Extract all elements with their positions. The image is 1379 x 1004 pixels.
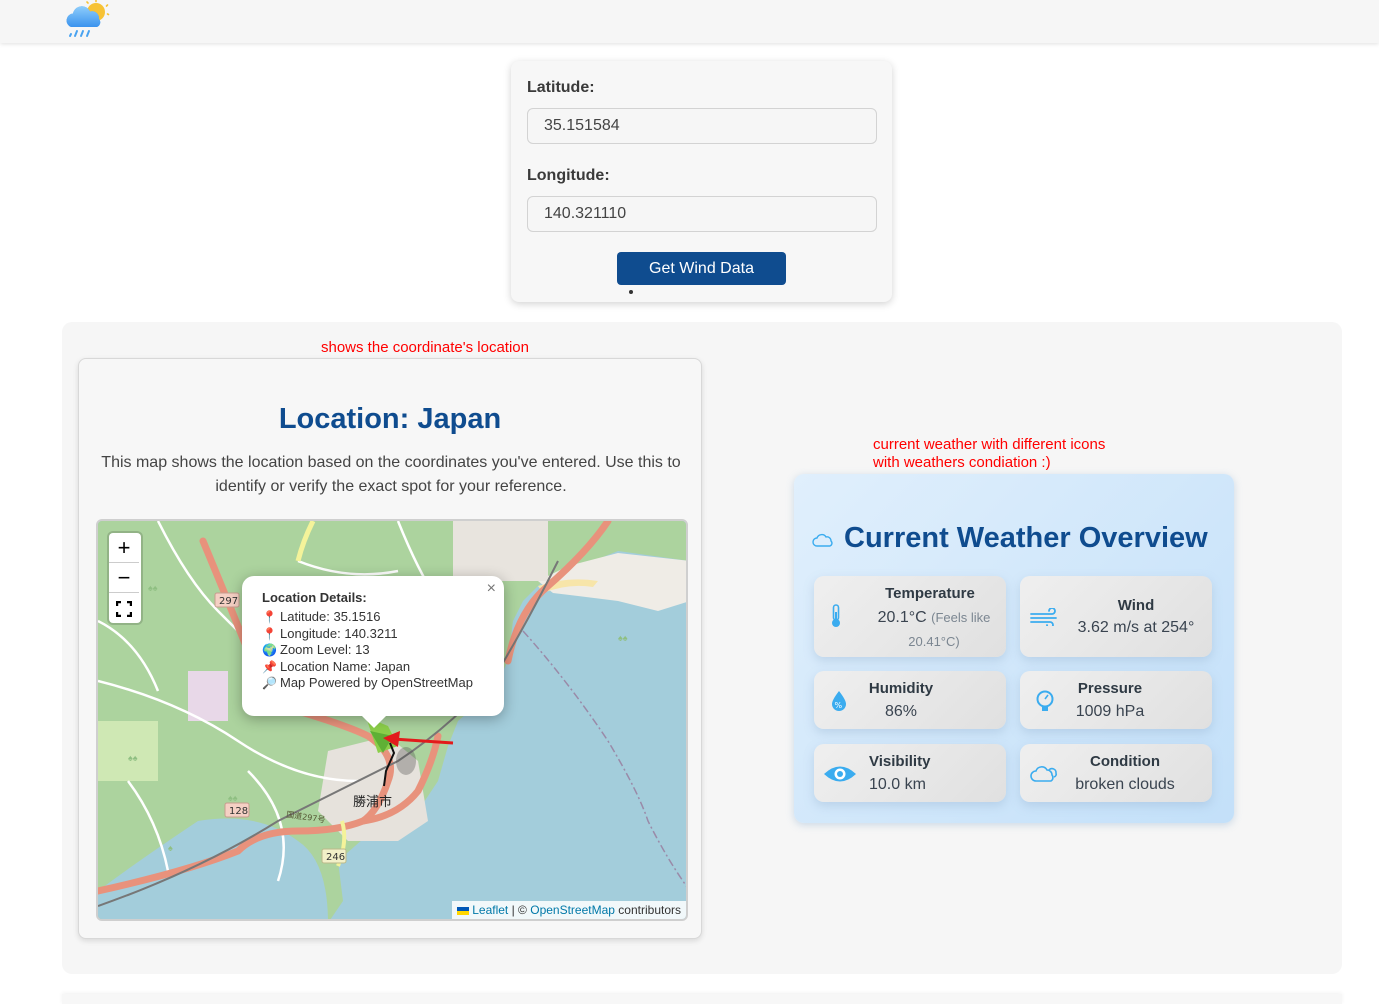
popup-row-longitude: 📍 Longitude: 140.3211 — [262, 626, 504, 643]
location-description: This map shows the location based on the… — [101, 454, 681, 495]
humidity-drop-icon: % — [830, 690, 848, 717]
get-wind-data-button[interactable]: Get Wind Data — [617, 252, 786, 285]
globe-icon: 🌍 — [262, 643, 277, 657]
pressure-value: 1009 hPa — [1075, 703, 1145, 720]
pressure-label: Pressure — [1077, 680, 1143, 697]
popup-row-powered-by: 🔎 Map Powered by OpenStreetMap — [262, 675, 504, 692]
temperature-label: Temperature — [885, 585, 975, 602]
pressure-tile: Pressure 1009 hPa — [1020, 671, 1212, 729]
temperature-value: 20.1°C (Feels like 20.41°C) — [864, 606, 1004, 654]
zoom-control: + − — [109, 533, 141, 623]
thermometer-icon — [830, 604, 842, 633]
popup-longitude-text: Longitude: 140.3211 — [280, 625, 398, 641]
location-map-card: Location: Japan This map shows the locat… — [78, 358, 702, 939]
svg-text:♠♠: ♠♠ — [618, 633, 628, 643]
leaflet-map[interactable]: ♠♠♠♠♠♠ ♠♠♠♠♠ 297 128 246 勝浦市 国道297号 — [96, 519, 688, 921]
temperature-reading: 20.1°C — [877, 609, 927, 626]
map-attribution: Leaflet | © OpenStreetMap contributors — [452, 901, 686, 919]
fullscreen-icon — [115, 600, 133, 618]
mouse-cursor — [629, 290, 633, 294]
popup-row-latitude: 📍 Latitude: 35.1516 — [262, 609, 504, 626]
svg-text:♠♠: ♠♠ — [228, 793, 238, 803]
weather-annotation-line1: current weather with different icons — [873, 436, 1106, 453]
wind-tile: Wind 3.62 m/s at 254° — [1020, 576, 1212, 657]
top-navbar — [0, 0, 1379, 43]
condition-value: broken clouds — [1075, 776, 1175, 793]
openstreetmap-link[interactable]: OpenStreetMap — [530, 903, 615, 917]
weather-title: Current Weather Overview — [812, 522, 1208, 556]
svg-text:♠♠: ♠♠ — [128, 753, 138, 763]
latitude-label: Latitude: — [527, 79, 595, 96]
pressure-gauge-icon — [1036, 690, 1054, 717]
wind-icon — [1030, 607, 1060, 631]
pushpin-icon: 📌 — [262, 659, 277, 674]
wind-value: 3.62 m/s at 254° — [1077, 619, 1195, 636]
zoom-out-button[interactable]: − — [109, 563, 139, 593]
humidity-label: Humidity — [868, 680, 934, 697]
visibility-tile: Visibility 10.0 km — [814, 744, 1006, 802]
cloud-icon — [812, 523, 834, 556]
popup-close-button[interactable]: × — [487, 580, 496, 598]
weather-annotation-line2: with weathers condiation :) — [873, 454, 1051, 471]
visibility-label: Visibility — [869, 753, 931, 770]
svg-text:246: 246 — [326, 852, 345, 863]
visibility-value: 10.0 km — [869, 776, 926, 793]
popup-tip — [360, 714, 388, 728]
popup-powered-by-text: Map Powered by OpenStreetMap — [280, 675, 473, 690]
svg-text:♠♠: ♠♠ — [148, 583, 158, 593]
pin-icon: 📍 — [262, 626, 277, 641]
popup-zoom-text: Zoom Level: 13 — [280, 642, 370, 657]
attribution-separator: | © — [511, 903, 527, 917]
svg-text:勝浦市: 勝浦市 — [353, 794, 392, 810]
popup-title: Location Details: — [262, 590, 367, 605]
location-title: Location: Japan — [278, 403, 502, 435]
svg-text:128: 128 — [229, 806, 248, 817]
humidity-tile: % Humidity 86% — [814, 671, 1006, 729]
condition-label: Condition — [1090, 753, 1160, 770]
location-popup: × Location Details: 📍 Latitude: 35.1516 📍… — [242, 576, 504, 728]
svg-text:%: % — [835, 701, 843, 710]
current-weather-card: Current Weather Overview Temperature 20.… — [794, 474, 1234, 823]
latitude-input[interactable] — [527, 108, 877, 144]
popup-location-name-text: Location Name: Japan — [280, 658, 411, 674]
humidity-value: 86% — [884, 703, 918, 720]
next-section-edge — [62, 994, 1342, 1004]
temperature-tile: Temperature 20.1°C (Feels like 20.41°C) — [814, 576, 1006, 657]
route-297-label: 297 — [219, 596, 238, 607]
zoom-in-button[interactable]: + — [109, 533, 139, 563]
rain-cloud-sun-icon[interactable] — [63, 0, 111, 40]
weather-title-text: Current Weather Overview — [844, 522, 1208, 554]
condition-tile: Condition broken clouds — [1020, 744, 1212, 802]
longitude-input[interactable] — [527, 196, 877, 232]
popup-row-location-name: 📌 Location Name: Japan — [262, 659, 504, 676]
clouds-icon — [1030, 764, 1058, 789]
results-section: shows the coordinate's location Location… — [62, 322, 1342, 974]
svg-text:♠: ♠ — [168, 843, 173, 853]
longitude-label: Longitude: — [527, 167, 610, 184]
wind-label: Wind — [1117, 597, 1155, 614]
map-annotation: shows the coordinate's location — [321, 339, 529, 356]
magnifier-icon: 🔎 — [262, 676, 277, 690]
popup-row-zoom: 🌍 Zoom Level: 13 — [262, 642, 504, 659]
ukraine-flag-icon — [457, 906, 470, 915]
attribution-suffix: contributors — [618, 903, 681, 917]
fullscreen-button[interactable] — [109, 593, 139, 623]
eye-icon — [823, 763, 857, 790]
coordinate-form: Latitude: Longitude: Get Wind Data — [511, 61, 892, 302]
pin-icon: 📍 — [262, 610, 277, 624]
popup-latitude-text: Latitude: 35.1516 — [280, 609, 381, 624]
leaflet-link[interactable]: Leaflet — [472, 903, 508, 917]
